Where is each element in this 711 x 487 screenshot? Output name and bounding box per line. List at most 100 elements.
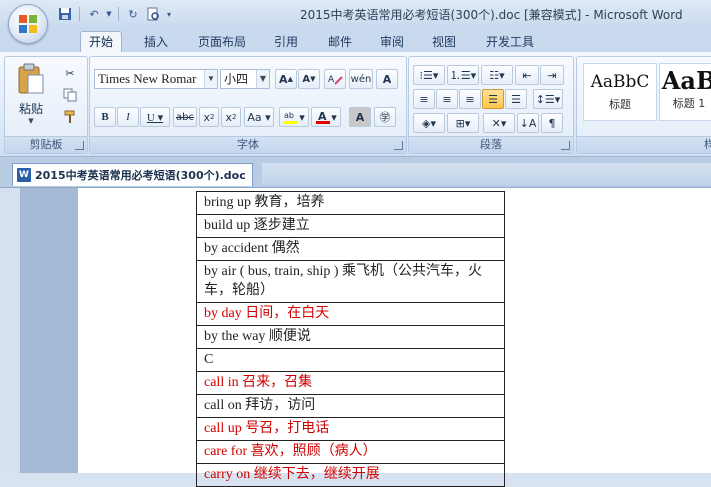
justify-icon[interactable]: ☰ <box>482 89 504 109</box>
numbering-icon[interactable]: ⒈☰▾ <box>447 65 479 85</box>
table-row: carry on 继续下去，继续开展 <box>196 463 505 487</box>
multilevel-list-icon[interactable]: ☷▾ <box>481 65 513 85</box>
cut-icon[interactable]: ✂ <box>59 63 81 83</box>
phrase-cell[interactable]: bring up 教育，培养 <box>196 191 505 215</box>
bold-icon[interactable]: B <box>94 107 116 127</box>
phrase-cell[interactable]: C <box>196 348 505 372</box>
decrease-indent-icon[interactable]: ⇤ <box>515 65 539 85</box>
quick-access-toolbar: ↶ ▼ ↻ ▾ <box>56 5 174 23</box>
customize-toolbar-icon[interactable]: ▾ <box>164 5 174 23</box>
font-group: Times New Romar ▼ 小四 ▼ A ▲ A ▼ A wén A B I… <box>89 56 407 154</box>
borders-icon[interactable]: ⊞▾ <box>447 113 479 133</box>
phrase-cell[interactable]: carry on 继续下去，继续开展 <box>196 463 505 487</box>
subscript-icon[interactable]: x2 <box>199 107 219 127</box>
align-center-icon[interactable]: ≡ <box>436 89 458 109</box>
align-right-icon[interactable]: ≡ <box>459 89 481 109</box>
grow-font-icon[interactable]: A ▲ <box>275 69 297 89</box>
font-dialog-launcher[interactable] <box>394 141 403 150</box>
tab-developer[interactable]: 开发工具 <box>478 32 542 52</box>
table-row: build up 逐步建立 <box>196 214 505 238</box>
save-icon[interactable] <box>56 5 74 23</box>
vertical-ruler[interactable] <box>0 188 21 473</box>
table-row: C <box>196 348 505 372</box>
tab-references[interactable]: 引用 <box>266 32 306 52</box>
show-formatting-marks-icon[interactable]: ¶ <box>541 113 563 133</box>
style-sample: AaBbC <box>590 72 650 92</box>
table-row: call in 召来，召集 <box>196 371 505 395</box>
phrase-cell[interactable]: by air ( bus, train, ship ) 乘飞机（公共汽车，火车，… <box>196 260 505 303</box>
paste-dropdown-icon[interactable]: ▼ <box>11 117 51 125</box>
phrase-cell[interactable]: call up 号召，打电话 <box>196 417 505 441</box>
character-border-icon[interactable]: A <box>376 69 398 89</box>
phrase-cell[interactable]: by accident 偶然 <box>196 237 505 261</box>
tab-view[interactable]: 视图 <box>424 32 464 52</box>
sort-icon[interactable]: ↓A <box>517 113 539 133</box>
phrase-cell[interactable]: build up 逐步建立 <box>196 214 505 238</box>
phrase-cell[interactable]: call in 召来，召集 <box>196 371 505 395</box>
chinese-layout-icon[interactable]: ✕▾ <box>483 113 515 133</box>
undo-dropdown-icon[interactable]: ▼ <box>105 5 113 23</box>
paste-button[interactable]: 粘贴 ▼ <box>11 61 51 125</box>
clipboard-dialog-launcher[interactable] <box>75 141 84 150</box>
shading-icon[interactable]: ◈▾ <box>413 113 445 133</box>
underline-icon[interactable]: U ▾ <box>140 107 170 127</box>
font-color-swatch <box>316 121 331 124</box>
paragraph-dialog-launcher[interactable] <box>561 141 570 150</box>
font-size-value: 小四 <box>224 72 249 86</box>
document-page[interactable]: bring up 教育，培养 build up 逐步建立 by accident 偶… <box>78 188 711 487</box>
separator <box>118 7 119 21</box>
tab-insert[interactable]: 插入 <box>136 32 176 52</box>
table-row: call up 号召，打电话 <box>196 417 505 441</box>
document-workspace[interactable]: bring up 教育，培养 build up 逐步建立 by accident 偶… <box>0 188 711 487</box>
strikethrough-icon[interactable]: abc <box>173 107 197 127</box>
tab-home[interactable]: 开始 <box>80 31 123 53</box>
office-logo-icon <box>19 15 37 33</box>
shrink-font-icon[interactable]: A ▼ <box>298 69 320 89</box>
align-left-icon[interactable]: ≡ <box>413 89 435 109</box>
clear-formatting-icon[interactable]: A <box>324 69 346 89</box>
table-row: care for 喜欢，照顾（病人） <box>196 440 505 464</box>
font-name-combo[interactable]: Times New Romar ▼ <box>94 69 218 89</box>
undo-icon[interactable]: ↶ <box>85 5 103 23</box>
table-row: by day 日间，在白天 <box>196 302 505 326</box>
chevron-down-icon[interactable]: ▼ <box>256 70 269 88</box>
text-highlight-icon[interactable]: ab ▾ <box>279 107 309 127</box>
phrase-cell[interactable]: care for 喜欢，照顾（病人） <box>196 440 505 464</box>
chevron-down-icon[interactable]: ▼ <box>204 70 217 88</box>
copy-icon[interactable] <box>59 85 81 105</box>
tab-review[interactable]: 审阅 <box>372 32 412 52</box>
document-tab[interactable]: W 2015中考英语常用必考短语(300个).doc <box>12 163 253 186</box>
italic-icon[interactable]: I <box>117 107 139 127</box>
title-bar: ↶ ▼ ↻ ▾ 2015中考英语常用必考短语(300个).doc [兼容模式] … <box>0 0 711 28</box>
style-title[interactable]: AaBbC 标题 <box>583 63 657 121</box>
print-preview-icon[interactable] <box>144 5 162 23</box>
distributed-icon[interactable]: ☰ <box>505 89 527 109</box>
phrase-cell[interactable]: by day 日间，在白天 <box>196 302 505 326</box>
character-shading-icon[interactable]: A <box>349 107 371 127</box>
ribbon-tabs: 开始 插入 页面布局 引用 邮件 审阅 视图 开发工具 <box>0 28 711 53</box>
paste-icon <box>18 63 44 94</box>
phonetic-guide-icon[interactable]: wén <box>349 69 373 89</box>
font-size-combo[interactable]: 小四 ▼ <box>220 69 270 89</box>
phrase-cell[interactable]: call on 拜访，访问 <box>196 394 505 418</box>
format-painter-icon[interactable] <box>59 107 81 127</box>
phrase-cell[interactable]: by the way 顺便说 <box>196 325 505 349</box>
superscript-icon[interactable]: x2 <box>221 107 241 127</box>
bullets-icon[interactable]: ⁝☰▾ <box>413 65 445 85</box>
style-name: 标题 1 <box>672 97 706 110</box>
font-color-icon[interactable]: A ▾ <box>311 107 341 127</box>
window-title: 2015中考英语常用必考短语(300个).doc [兼容模式] - Micros… <box>300 8 683 22</box>
style-heading-1[interactable]: AaB 标题 1 <box>659 63 711 121</box>
office-button[interactable] <box>8 4 48 44</box>
change-case-icon[interactable]: Aa ▾ <box>244 107 274 127</box>
tab-page-layout[interactable]: 页面布局 <box>190 32 254 52</box>
paste-label: 粘贴 <box>18 102 43 116</box>
table-row: bring up 教育，培养 <box>196 191 505 215</box>
tab-mailings[interactable]: 邮件 <box>320 32 360 52</box>
enclose-characters-icon[interactable]: ㊫ <box>374 107 396 127</box>
table-row: by the way 顺便说 <box>196 325 505 349</box>
increase-indent-icon[interactable]: ⇥ <box>540 65 564 85</box>
line-spacing-icon[interactable]: ↕☰▾ <box>533 89 563 109</box>
repeat-icon[interactable]: ↻ <box>124 5 142 23</box>
table-row: by air ( bus, train, ship ) 乘飞机（公共汽车，火车，… <box>196 260 505 303</box>
